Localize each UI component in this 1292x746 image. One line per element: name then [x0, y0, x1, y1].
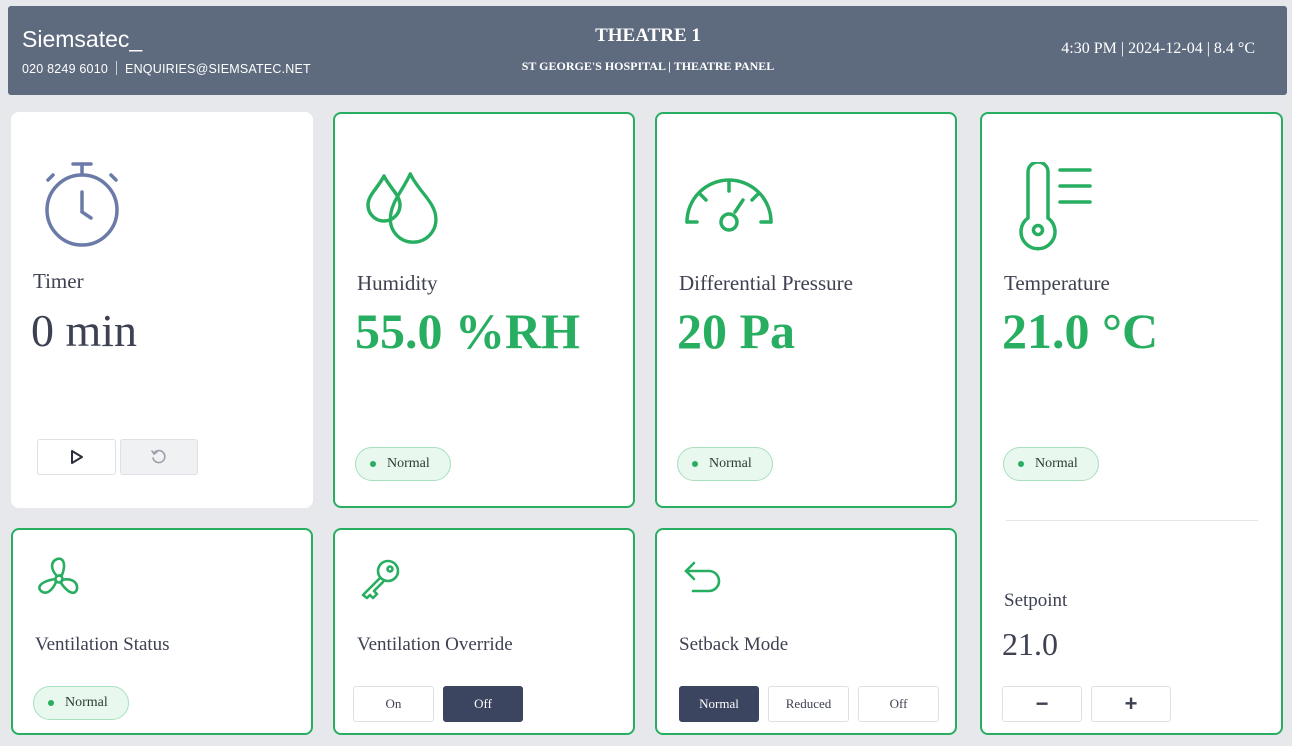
- temperature-divider: [1006, 520, 1258, 521]
- stopwatch-icon: [45, 162, 119, 247]
- ventilation-status-label: Ventilation Status: [35, 634, 170, 655]
- play-icon: [70, 450, 83, 464]
- temperature-status-badge: Normal: [1003, 447, 1099, 481]
- temperature-status-text: Normal: [1035, 456, 1078, 471]
- ventilation-status-badge: Normal: [33, 686, 129, 720]
- status-dot: [48, 700, 54, 706]
- status-dot: [692, 461, 698, 467]
- override-on-button[interactable]: On: [353, 686, 434, 722]
- email-address: ENQUIRIES@SIEMSATEC.NET: [125, 62, 311, 76]
- humidity-value: 55.0 %RH: [355, 303, 580, 359]
- pressure-value: 20 Pa: [677, 303, 796, 359]
- time-date-weather: 4:30 PM | 2024-12-04 | 8.4 °C: [1061, 40, 1255, 57]
- page-subtitle: ST GEORGE'S HOSPITAL | THEATRE PANEL: [521, 59, 775, 73]
- undo-arrow-icon: [684, 561, 721, 593]
- timer-label: Timer: [33, 269, 84, 293]
- humidity-label: Humidity: [357, 271, 438, 295]
- thermometer-icon: [1019, 162, 1092, 251]
- gauge-icon: [685, 178, 773, 232]
- fan-icon: [38, 557, 79, 595]
- pressure-card: Differential Pressure 20 Pa Normal: [655, 112, 957, 508]
- ventilation-override-card: Ventilation Override On Off: [333, 528, 635, 735]
- page-title: THEATRE 1: [595, 25, 701, 46]
- setback-mode-card: Setback Mode Normal Reduced Off: [655, 528, 957, 735]
- ventilation-status-text: Normal: [65, 695, 108, 710]
- timer-value: 0 min: [31, 305, 138, 356]
- setback-normal-button[interactable]: Normal: [679, 686, 759, 722]
- setback-mode-label: Setback Mode: [679, 634, 789, 655]
- droplets-icon: [366, 172, 438, 244]
- ventilation-override-label: Ventilation Override: [357, 634, 513, 655]
- timer-play-button[interactable]: [37, 439, 116, 475]
- humidity-status-text: Normal: [387, 456, 430, 471]
- brand-logo: Siemsatec_: [22, 26, 143, 52]
- pressure-status-text: Normal: [709, 456, 752, 471]
- header-bar: Siemsatec_ 020 8249 6010 ENQUIRIES@SIEMSA…: [8, 6, 1287, 95]
- humidity-status-badge: Normal: [355, 447, 451, 481]
- timer-reset-button[interactable]: [120, 439, 198, 475]
- phone-number: 020 8249 6010: [22, 62, 109, 76]
- status-dot: [370, 461, 376, 467]
- override-off-button[interactable]: Off: [443, 686, 523, 722]
- setback-off-button[interactable]: Off: [858, 686, 939, 722]
- setpoint-value: 21.0: [1002, 626, 1058, 662]
- timer-card: Timer 0 min: [11, 112, 313, 508]
- status-dot: [1018, 461, 1024, 467]
- setback-reduced-button[interactable]: Reduced: [768, 686, 849, 722]
- temperature-label: Temperature: [1004, 271, 1110, 295]
- reset-icon: [151, 449, 166, 464]
- contact-divider: [116, 61, 118, 75]
- temperature-value: 21.0 °C: [1002, 303, 1159, 359]
- contact-info: 020 8249 6010 ENQUIRIES@SIEMSATEC.NET: [22, 61, 311, 76]
- setpoint-decrease-button[interactable]: −: [1002, 686, 1082, 722]
- pressure-status-badge: Normal: [677, 447, 773, 481]
- humidity-card: Humidity 55.0 %RH Normal: [333, 112, 635, 508]
- key-icon: [361, 559, 400, 600]
- temperature-card: Temperature 21.0 °C Normal Setpoint 21.0…: [980, 112, 1283, 735]
- setpoint-increase-button[interactable]: +: [1091, 686, 1171, 722]
- setpoint-label: Setpoint: [1004, 590, 1068, 611]
- ventilation-status-card: Ventilation Status Normal: [11, 528, 313, 735]
- pressure-label: Differential Pressure: [679, 271, 853, 295]
